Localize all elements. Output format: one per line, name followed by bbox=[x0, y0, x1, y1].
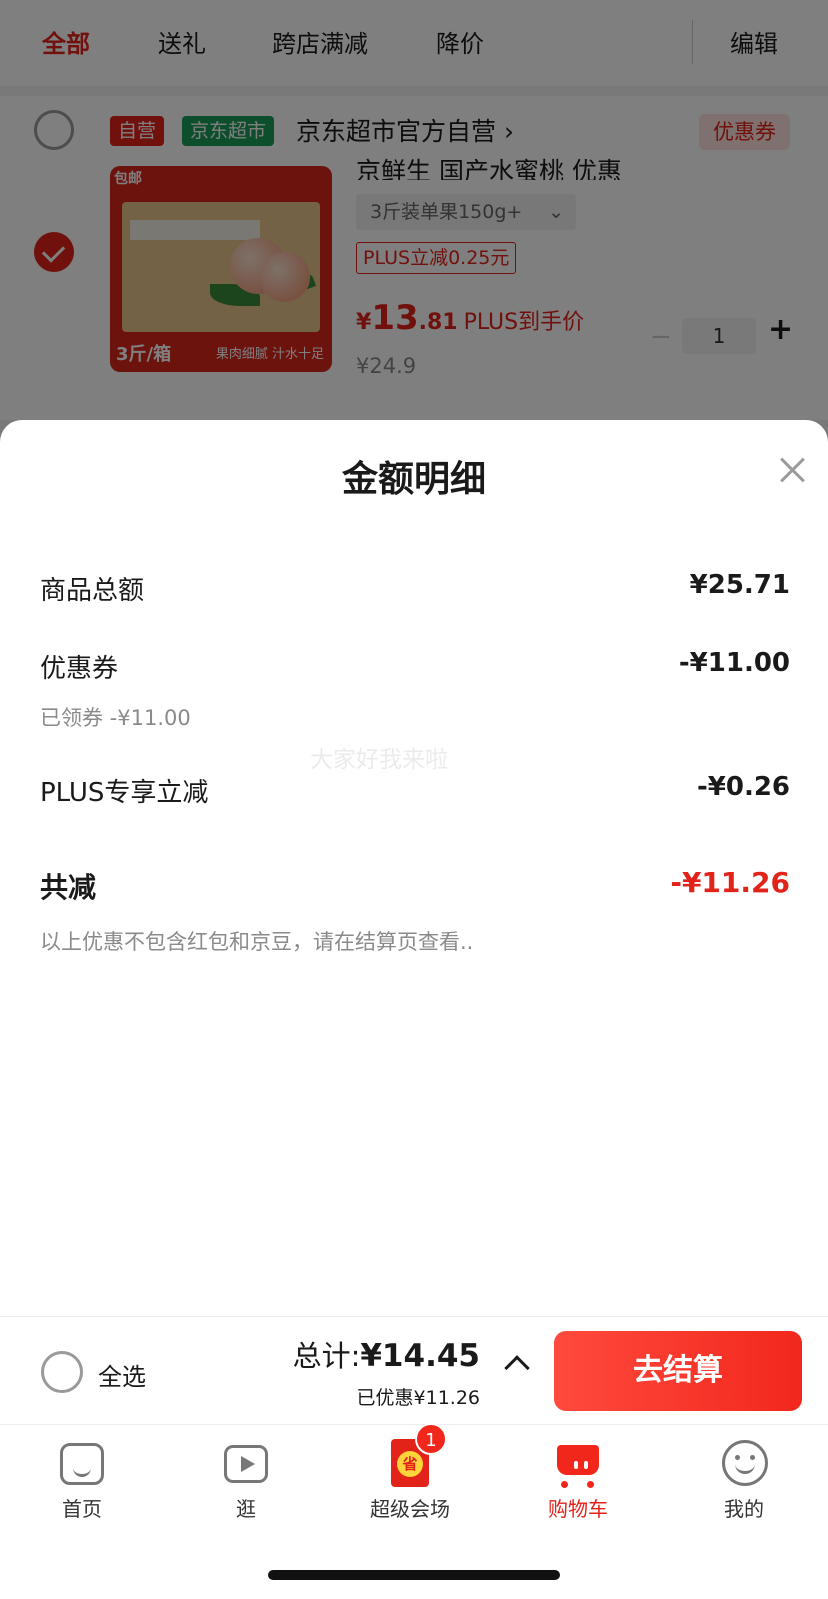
plus-discount-value: -¥0.26 bbox=[696, 772, 790, 802]
nav-item-browse[interactable]: 逛 bbox=[186, 1437, 306, 1522]
chevron-up-icon[interactable] bbox=[504, 1355, 530, 1381]
play-icon bbox=[221, 1437, 271, 1487]
coupon-value: -¥11.00 bbox=[678, 648, 790, 678]
total-amount: 总计:¥14.45 bbox=[293, 1333, 480, 1375]
nav-item-me[interactable]: 我的 bbox=[684, 1437, 804, 1522]
sheet-title: 金额明细 bbox=[341, 459, 486, 500]
saved-amount: 已优惠¥11.26 bbox=[356, 1387, 480, 1409]
checkout-button[interactable]: 去结算 bbox=[554, 1331, 802, 1411]
total-amount-value: ¥14.45 bbox=[360, 1338, 480, 1374]
plus-discount-label: PLUS专享立减 bbox=[40, 778, 209, 808]
goods-total-value: ¥25.71 bbox=[689, 570, 790, 600]
nav-label: 我的 bbox=[724, 1497, 764, 1521]
watermark: 大家好我来啦 bbox=[310, 747, 448, 773]
nav-label: 超级会场 bbox=[370, 1497, 450, 1521]
cart-icon bbox=[553, 1437, 603, 1488]
deal-icon: 1 bbox=[385, 1423, 447, 1487]
nav-item-home[interactable]: 首页 bbox=[22, 1437, 142, 1522]
home-icon-body bbox=[60, 1443, 104, 1485]
checkout-bar: 全选 总计:¥14.45 已优惠¥11.26 去结算 bbox=[0, 1316, 828, 1424]
cart-icon-body bbox=[557, 1445, 599, 1488]
nav-item-super-venue[interactable]: 1 超级会场 bbox=[350, 1423, 470, 1522]
close-icon[interactable] bbox=[776, 454, 808, 486]
nav-label: 首页 bbox=[62, 1497, 102, 1521]
home-icon bbox=[57, 1437, 107, 1487]
nav-item-cart[interactable]: 购物车 bbox=[518, 1437, 638, 1522]
coupon-claimed-note: 已领券 -¥11.00 bbox=[40, 706, 191, 730]
total-prefix: 总计: bbox=[292, 1339, 361, 1373]
profile-icon-body bbox=[722, 1440, 768, 1486]
discount-note: 以上优惠不包含红包和京豆，请在结算页查看.. bbox=[40, 930, 474, 954]
notification-badge: 1 bbox=[415, 1423, 447, 1455]
profile-icon bbox=[719, 1437, 769, 1487]
total-discount-label: 共减 bbox=[40, 871, 97, 904]
goods-total-label: 商品总额 bbox=[40, 576, 145, 606]
home-indicator bbox=[268, 1570, 560, 1580]
cart-eyes bbox=[574, 1461, 578, 1469]
total-discount-value: -¥11.26 bbox=[670, 866, 790, 899]
select-all-checkbox[interactable] bbox=[41, 1351, 83, 1393]
nav-label: 逛 bbox=[236, 1497, 256, 1521]
cart-screen: 全部 送礼 跨店满减 降价 编辑 自营 京东超市 京东超市官方自营 › 优惠券 … bbox=[0, 0, 828, 1599]
play-icon-body bbox=[224, 1445, 268, 1483]
coupon-label: 优惠券 bbox=[40, 654, 119, 684]
nav-label: 购物车 bbox=[548, 1497, 608, 1521]
select-all-label[interactable]: 全选 bbox=[98, 1357, 146, 1392]
